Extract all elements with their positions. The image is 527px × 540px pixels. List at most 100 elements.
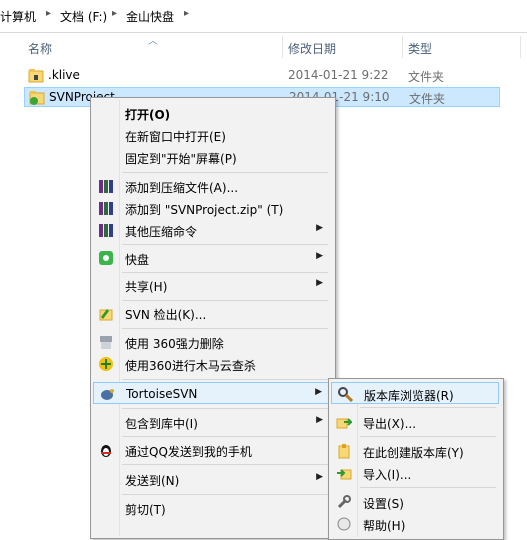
winrar-icon <box>99 180 113 193</box>
tortoisesvn-submenu: 版本库浏览器(R) 导出(X)... 在此创建版本库(Y) 导入(I)... 设… <box>328 378 504 540</box>
menu-label: 共享(H) <box>125 280 168 294</box>
menu-label: 剪切(T) <box>125 503 166 517</box>
menu-label: SVN 检出(K)... <box>125 308 207 322</box>
column-header-bar: ︿ 名称 修改日期 类型 <box>0 32 527 60</box>
submenu-arrow-icon: ▶ <box>316 415 323 425</box>
submenu-arrow-icon: ▶ <box>316 223 323 233</box>
svn-folder-icon <box>29 91 45 105</box>
svn-checkout-icon <box>99 309 113 321</box>
column-header-type[interactable]: 类型 <box>408 40 432 57</box>
file-row-klive[interactable]: .klive 2014-01-21 9:22 文件夹 <box>24 66 500 86</box>
menu-item-send-to[interactable]: 发送到(N) ▶ <box>93 468 331 490</box>
submenu-item-import[interactable]: 导入(I)... <box>331 462 499 484</box>
menu-separator <box>122 408 328 409</box>
menu-item-add-zip[interactable]: 添加到 "SVNProject.zip" (T) <box>93 197 331 219</box>
menu-separator <box>122 464 328 465</box>
menu-separator <box>122 328 328 329</box>
breadcrumb-computer[interactable]: 计算机 <box>0 8 36 25</box>
menu-label: 快盘 <box>125 253 150 267</box>
menu-label: 导入(I)... <box>363 468 412 482</box>
qq-penguin-icon <box>101 445 111 457</box>
file-date: 2014-01-21 9:22 <box>288 68 389 82</box>
file-type: 文件夹 <box>408 70 445 84</box>
menu-label: 在此创建版本库(Y) <box>363 446 464 460</box>
menu-label: 导出(X)... <box>363 417 417 431</box>
menu-label: 通过QQ发送到我的手机 <box>125 445 252 459</box>
magnifier-icon <box>338 387 353 402</box>
360-shield-icon <box>99 357 113 371</box>
menu-separator <box>122 379 328 380</box>
submenu-item-export[interactable]: 导出(X)... <box>331 411 499 433</box>
menu-item-open-new-window[interactable]: 在新窗口中打开(E) <box>93 124 331 146</box>
tortoise-icon <box>101 389 114 400</box>
menu-label: 版本库浏览器(R) <box>364 389 454 403</box>
menu-separator <box>360 407 496 408</box>
help-icon <box>337 517 351 531</box>
sort-ascending-icon: ︿ <box>148 36 158 47</box>
menu-label: 包含到库中(I) <box>125 417 198 431</box>
menu-item-tortoisesvn[interactable]: TortoiseSVN ▶ <box>93 382 331 404</box>
breadcrumb-separator-icon[interactable]: ▸ <box>184 8 189 19</box>
submenu-item-help[interactable]: 帮助(H) <box>331 513 499 535</box>
menu-label: 使用 360强力删除 <box>125 337 224 351</box>
menu-item-360-scan[interactable]: 使用360进行木马云查杀 <box>93 353 331 375</box>
breadcrumb-drive-f[interactable]: 文档 (F:) <box>60 8 107 25</box>
submenu-item-repo-browser[interactable]: 版本库浏览器(R) <box>331 382 499 404</box>
submenu-arrow-icon: ▶ <box>316 251 323 261</box>
menu-item-share[interactable]: 共享(H) ▶ <box>93 274 331 296</box>
menu-label: 打开(O) <box>125 108 171 122</box>
menu-item-360-delete[interactable]: 使用 360强力删除 <box>93 331 331 353</box>
kuaipan-icon <box>99 251 113 265</box>
menu-separator <box>122 244 328 245</box>
menu-label: 发送到(N) <box>125 474 180 488</box>
import-icon <box>337 469 352 480</box>
context-menu: 打开(O) 在新窗口中打开(E) 固定到"开始"屏幕(P) 添加到压缩文件(A)… <box>90 97 336 539</box>
address-bar[interactable]: 计算机 ▸ 文档 (F:) ▸ 金山快盘 ▸ <box>0 0 527 33</box>
submenu-arrow-icon: ▶ <box>316 278 323 288</box>
shredder-icon <box>100 336 112 349</box>
wrench-icon <box>337 495 351 509</box>
menu-label: 添加到压缩文件(A)... <box>125 181 239 195</box>
menu-separator <box>360 436 496 437</box>
menu-label: 在新窗口中打开(E) <box>125 130 226 144</box>
folder-icon <box>28 69 44 83</box>
menu-label: 添加到 "SVNProject.zip" (T) <box>125 203 284 217</box>
menu-item-open[interactable]: 打开(O) <box>93 102 331 124</box>
menu-item-svn-checkout[interactable]: SVN 检出(K)... <box>93 302 331 324</box>
export-icon <box>336 418 352 429</box>
menu-separator <box>122 494 328 495</box>
column-divider[interactable] <box>282 36 283 58</box>
menu-label: TortoiseSVN <box>126 387 198 401</box>
file-type: 文件夹 <box>409 92 446 106</box>
submenu-item-create-repo[interactable]: 在此创建版本库(Y) <box>331 440 499 462</box>
menu-label: 使用360进行木马云查杀 <box>125 359 256 373</box>
winrar-icon <box>99 224 113 237</box>
menu-separator <box>122 272 328 273</box>
menu-label: 设置(S) <box>363 497 404 511</box>
winrar-icon <box>99 202 113 215</box>
menu-item-include-library[interactable]: 包含到库中(I) ▶ <box>93 411 331 433</box>
column-header-name[interactable]: 名称 <box>28 40 52 57</box>
menu-separator <box>122 172 328 173</box>
breadcrumb-kuaipan[interactable]: 金山快盘 <box>126 8 174 25</box>
menu-item-cut[interactable]: 剪切(T) <box>93 497 331 519</box>
menu-separator <box>122 300 328 301</box>
submenu-item-settings[interactable]: 设置(S) <box>331 491 499 513</box>
menu-separator <box>122 436 328 437</box>
menu-item-add-archive[interactable]: 添加到压缩文件(A)... <box>93 175 331 197</box>
menu-item-other-compress[interactable]: 其他压缩命令 ▶ <box>93 219 331 241</box>
menu-item-send-qq[interactable]: 通过QQ发送到我的手机 <box>93 439 331 461</box>
breadcrumb-separator-icon[interactable]: ▸ <box>112 8 117 19</box>
column-header-date[interactable]: 修改日期 <box>288 40 336 57</box>
column-divider[interactable] <box>402 36 403 58</box>
breadcrumb-separator-icon[interactable]: ▸ <box>46 8 51 19</box>
submenu-arrow-icon: ▶ <box>315 387 322 397</box>
column-divider[interactable] <box>520 36 521 58</box>
menu-item-pin-start[interactable]: 固定到"开始"屏幕(P) <box>93 146 331 168</box>
menu-label: 帮助(H) <box>363 519 406 533</box>
menu-separator <box>360 487 496 488</box>
menu-label: 固定到"开始"屏幕(P) <box>125 152 237 166</box>
menu-item-kuaipan[interactable]: 快盘 ▶ <box>93 247 331 269</box>
file-name: .klive <box>48 68 80 82</box>
menu-label: 其他压缩命令 <box>125 225 198 239</box>
